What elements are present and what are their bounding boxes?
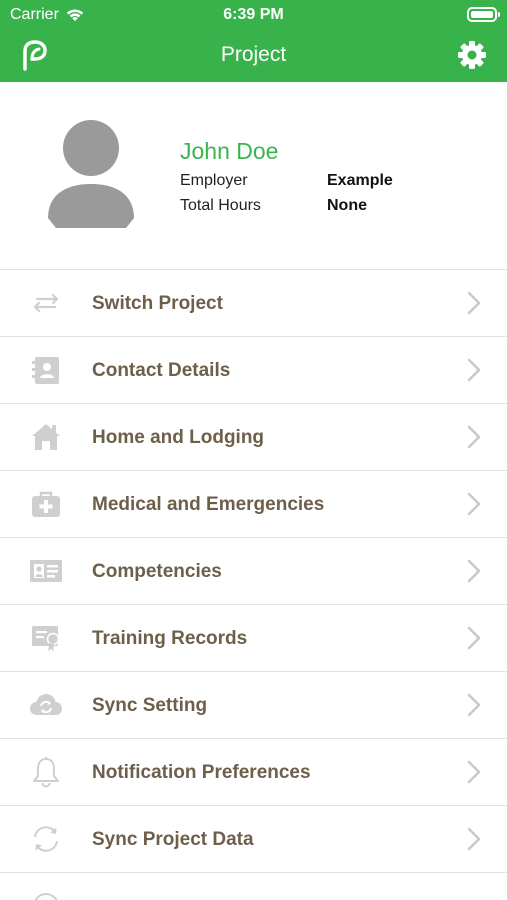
info-label: Total Hours bbox=[180, 197, 261, 214]
menu-item-sync-setting[interactable]: Sync Setting bbox=[0, 672, 507, 739]
chevron-right-icon bbox=[467, 559, 481, 583]
menu-list: Switch Project Contact Details Home and … bbox=[0, 269, 507, 900]
profile-name: John Doe bbox=[180, 138, 279, 164]
refresh-icon bbox=[34, 826, 58, 852]
menu-item-home-and-lodging[interactable]: Home and Lodging bbox=[0, 404, 507, 471]
chevron-right-icon bbox=[467, 425, 481, 449]
menu-item-contact-details[interactable]: Contact Details bbox=[0, 337, 507, 404]
menu-item-sync-project-data[interactable]: Sync Project Data bbox=[0, 806, 507, 873]
menu-item-label: Contact Details bbox=[92, 360, 231, 381]
id-card-icon bbox=[30, 560, 62, 582]
chevron-right-icon bbox=[467, 492, 481, 516]
menu-item-label: Switch Project bbox=[92, 293, 223, 314]
chevron-right-icon bbox=[467, 693, 481, 717]
battery-icon bbox=[467, 7, 500, 22]
chevron-right-icon bbox=[467, 760, 481, 784]
status-time: 6:39 PM bbox=[223, 6, 284, 23]
chevron-right-icon bbox=[467, 626, 481, 650]
nav-bar: Project bbox=[0, 30, 507, 82]
menu-item-label: Home and Lodging bbox=[92, 427, 265, 448]
menu-item-label: Notification Preferences bbox=[92, 762, 311, 783]
screen: Carrier 6:39 PM Project John Doe Employe… bbox=[0, 0, 507, 900]
avatar bbox=[48, 120, 134, 228]
info-icon bbox=[34, 893, 58, 900]
chevron-right-icon bbox=[467, 827, 481, 851]
page-title: Project bbox=[220, 43, 287, 66]
certificate-icon bbox=[32, 626, 60, 652]
app-header: Carrier 6:39 PM Project bbox=[0, 0, 507, 82]
chevron-right-icon bbox=[467, 358, 481, 382]
menu-item-switch-project[interactable]: Switch Project bbox=[0, 270, 507, 337]
gear-icon[interactable] bbox=[457, 40, 487, 70]
profile-card: John Doe Employer Example Total Hours No… bbox=[0, 82, 507, 270]
info-value: Example bbox=[327, 172, 393, 189]
menu-item-medical-and-emergencies[interactable]: Medical and Emergencies bbox=[0, 471, 507, 538]
house-icon bbox=[32, 424, 60, 450]
menu-item-label: Sync Setting bbox=[92, 695, 208, 716]
menu-item-competencies[interactable]: Competencies bbox=[0, 538, 507, 605]
info-value: None bbox=[327, 197, 367, 214]
swap-arrows-icon bbox=[33, 293, 59, 313]
menu-item-training-records[interactable]: Training Records bbox=[0, 605, 507, 672]
cloud-sync-icon bbox=[30, 694, 62, 715]
menu-item-partial[interactable] bbox=[0, 873, 507, 900]
status-bar: Carrier 6:39 PM bbox=[0, 0, 507, 30]
menu-item-notification-preferences[interactable]: Notification Preferences bbox=[0, 739, 507, 806]
menu-item-label: Training Records bbox=[92, 628, 248, 649]
medical-kit-icon bbox=[32, 491, 60, 517]
info-label: Employer bbox=[180, 172, 248, 189]
contact-book-icon bbox=[32, 357, 59, 384]
menu-item-label: Medical and Emergencies bbox=[92, 494, 325, 515]
bell-icon bbox=[33, 757, 59, 788]
chevron-right-icon bbox=[467, 291, 481, 315]
menu-item-label: Competencies bbox=[92, 561, 222, 582]
menu-item-label: Sync Project Data bbox=[92, 829, 254, 850]
